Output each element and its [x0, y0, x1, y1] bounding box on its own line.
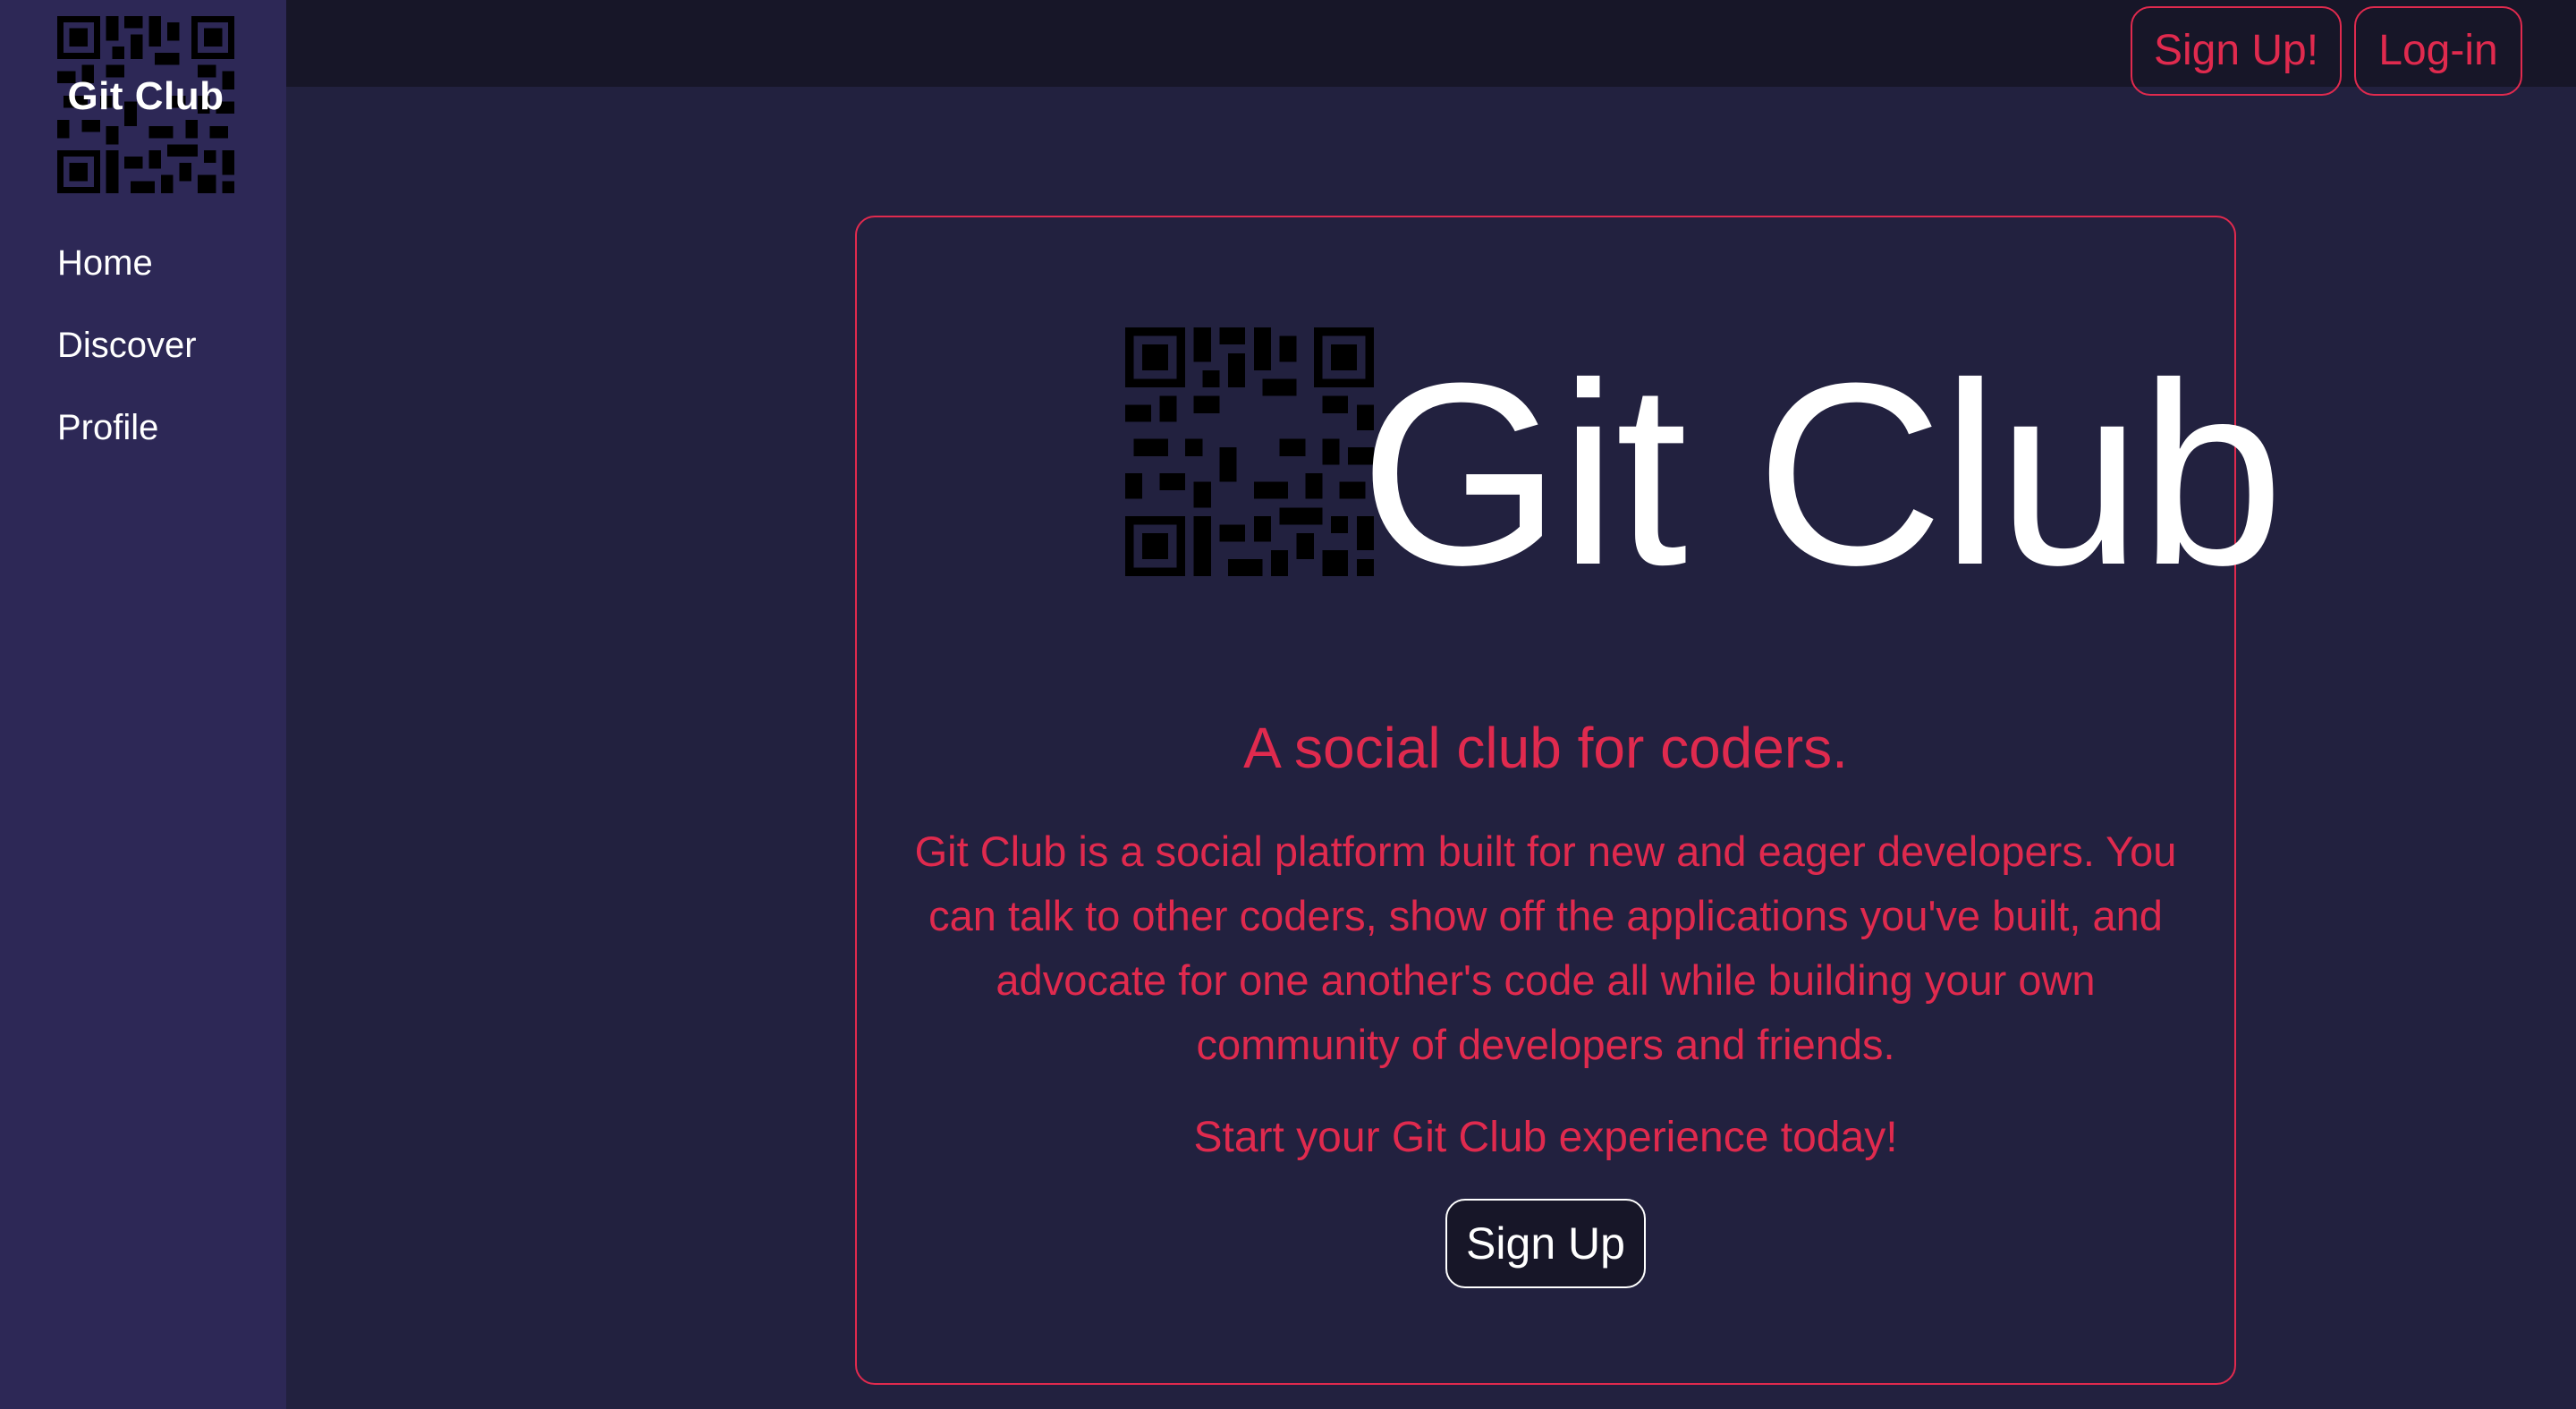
description-text: Git Club is a social platform built for …	[914, 828, 2177, 1068]
sidebar-nav: Home Discover Profile	[57, 238, 197, 485]
sidebar-logo[interactable]: Git Club	[57, 16, 234, 193]
tagline: A social club for coders.	[1243, 716, 1848, 780]
sidebar-logo-text: Git Club	[67, 74, 225, 118]
sidebar: Git Club Home Discover Profile	[0, 0, 286, 1409]
sidebar-item-discover[interactable]: Discover	[57, 320, 197, 403]
sidebar-item-profile[interactable]: Profile	[57, 403, 197, 485]
cta-signup-button[interactable]: Sign Up	[1445, 1199, 1646, 1288]
sidebar-item-home[interactable]: Home	[57, 238, 197, 320]
cta-text: Start your Git Club experience today!	[1193, 1114, 1898, 1161]
hero-logo	[1125, 327, 1374, 576]
signup-button[interactable]: Sign Up!	[2131, 6, 2342, 96]
hero-title: Git Club	[1360, 329, 2284, 619]
qr-code-logo-icon	[1125, 327, 1374, 576]
login-button[interactable]: Log-in	[2354, 6, 2522, 96]
